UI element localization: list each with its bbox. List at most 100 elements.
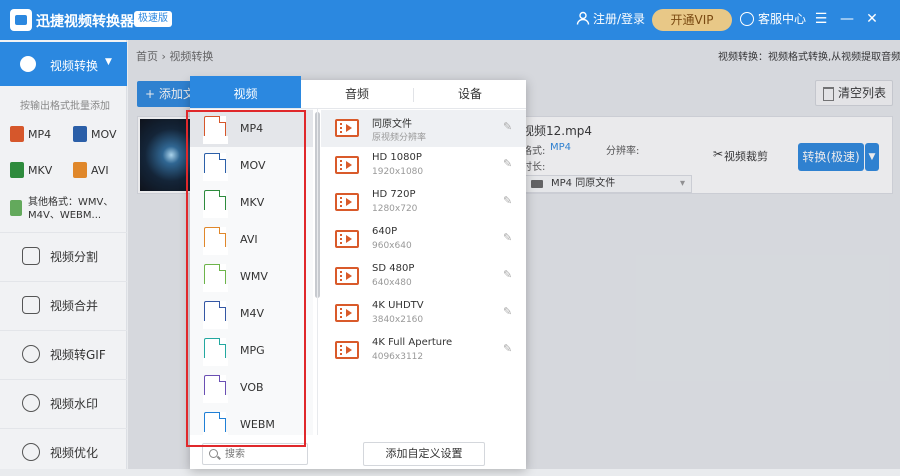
service-center-link[interactable]: 客服中心 — [758, 10, 806, 27]
quality-resolution: 1920x1080 — [372, 167, 424, 177]
m4v-file-icon: M4V — [203, 301, 228, 329]
play-icon — [22, 296, 40, 314]
quality-resolution: 4096x3112 — [372, 352, 424, 362]
sidebar-item-label: 视频转换 — [50, 59, 99, 73]
sidebar-item-gif[interactable]: 视频转GIF — [0, 330, 127, 378]
format-label: MOV — [240, 159, 266, 172]
column-divider — [317, 109, 318, 435]
quality-resolution: 1280x720 — [372, 204, 418, 214]
vip-button[interactable]: 开通VIP — [652, 9, 732, 31]
quality-name: 4K Full Aperture — [372, 337, 453, 348]
format-item-avi[interactable]: AVI AVI — [190, 221, 313, 258]
edit-pencil-icon[interactable]: ✎ — [503, 157, 512, 170]
file-tag: MKV — [203, 210, 228, 218]
file-tag: WMV — [203, 284, 228, 292]
film-icon — [335, 156, 359, 174]
quality-resolution: 640x480 — [372, 278, 412, 288]
mkv-file-icon: MKV — [203, 190, 228, 218]
edit-pencil-icon[interactable]: ✎ — [503, 342, 512, 355]
sidebar-item-merge[interactable]: 视频合并 — [0, 281, 127, 329]
mp4-file-icon: MP4 — [203, 116, 228, 144]
sidebar-item-split[interactable]: 视频分割 — [0, 232, 127, 280]
quality-item[interactable]: 4K Full Aperture 4096x3112 ✎ — [321, 332, 526, 369]
tab-device[interactable]: 设备 — [414, 80, 526, 108]
format-label: VOB — [240, 381, 264, 394]
login-link[interactable]: 注册/登录 — [593, 10, 645, 27]
quality-item[interactable]: 640P 960x640 ✎ — [321, 221, 526, 258]
close-icon[interactable]: ✕ — [863, 10, 881, 28]
tab-audio[interactable]: 音频 — [301, 80, 413, 108]
split-icon — [22, 247, 40, 265]
webm-file-icon: WEBM — [203, 412, 228, 440]
chat-icon — [740, 12, 754, 26]
quality-name: SD 480P — [372, 263, 415, 274]
quality-name: 同原文件 — [372, 119, 412, 130]
format-item-mpg[interactable]: MPG MPG — [190, 332, 313, 369]
film-icon — [335, 341, 359, 359]
format-label: AVI — [240, 233, 258, 246]
edit-pencil-icon[interactable]: ✎ — [503, 268, 512, 281]
film-reel-icon — [22, 443, 40, 461]
quality-item[interactable]: HD 1080P 1920x1080 ✎ — [321, 147, 526, 184]
convert-icon — [20, 56, 36, 72]
quality-item[interactable]: 4K UHDTV 3840x2160 ✎ — [321, 295, 526, 332]
quality-name: HD 1080P — [372, 152, 422, 163]
format-list: MP4 MP4 MOV MOV MKV MKV AVI AVI WMV WMV … — [190, 109, 313, 440]
quality-item[interactable]: 同原文件 原视频分辨率 ✎ — [321, 110, 526, 147]
quality-item[interactable]: SD 480P 640x480 ✎ — [321, 258, 526, 295]
format-item-mov[interactable]: MOV MOV — [190, 147, 313, 184]
film-icon — [335, 230, 359, 248]
file-tag: MPG — [203, 358, 228, 366]
app-title: 迅捷视频转换器 — [36, 14, 134, 30]
file-icon — [10, 200, 22, 216]
format-label: MP4 — [240, 122, 264, 135]
quality-name: 640P — [372, 226, 398, 237]
format-item-vob[interactable]: VOB VOB — [190, 369, 313, 406]
quality-list: 同原文件 原视频分辨率 ✎ HD 1080P 1920x1080 ✎ HD 72… — [321, 109, 526, 435]
quick-format-label: MP4 — [28, 128, 52, 141]
tab-video[interactable]: 视频 — [190, 76, 301, 108]
avi-file-icon — [73, 162, 87, 178]
quality-name: 4K UHDTV — [372, 300, 424, 311]
sidebar-item-video-convert[interactable]: 视频转换 ▼ — [0, 42, 127, 86]
vip-label: 开通VIP — [670, 13, 714, 27]
add-custom-settings-button[interactable]: 添加自定义设置 — [363, 442, 485, 466]
edit-pencil-icon[interactable]: ✎ — [503, 231, 512, 244]
edit-pencil-icon[interactable]: ✎ — [503, 305, 512, 318]
mov-file-icon: MOV — [203, 153, 228, 181]
user-icon — [576, 11, 590, 25]
search-input[interactable] — [225, 447, 305, 461]
quality-item[interactable]: HD 720P 1280x720 ✎ — [321, 184, 526, 221]
format-search-box[interactable] — [202, 443, 308, 465]
file-tag: MOV — [203, 173, 228, 181]
format-item-m4v[interactable]: M4V M4V — [190, 295, 313, 332]
other-formats-label: 其他格式：WMV、M4V、WEBM... — [28, 197, 114, 221]
mp4-file-icon — [10, 126, 24, 142]
format-item-webm[interactable]: WEBM WEBM — [190, 406, 313, 443]
edit-pencil-icon[interactable]: ✎ — [503, 120, 512, 133]
format-item-mp4[interactable]: MP4 MP4 — [190, 110, 313, 147]
format-item-mkv[interactable]: MKV MKV — [190, 184, 313, 221]
menu-icon[interactable]: ☰ — [812, 10, 830, 28]
film-icon — [335, 119, 359, 137]
sidebar-item-label: 视频优化 — [50, 446, 99, 460]
quality-resolution: 960x640 — [372, 241, 412, 251]
quick-format-label: AVI — [91, 164, 109, 177]
file-tag: MP4 — [203, 136, 228, 144]
minimize-icon[interactable]: — — [838, 10, 856, 28]
edit-pencil-icon[interactable]: ✎ — [503, 194, 512, 207]
sidebar-item-label: 视频转GIF — [50, 348, 106, 362]
format-item-wmv[interactable]: WMV WMV — [190, 258, 313, 295]
film-icon — [335, 304, 359, 322]
watermark-icon — [22, 394, 40, 412]
gif-icon — [22, 345, 40, 363]
sidebar-item-watermark[interactable]: 视频水印 — [0, 379, 127, 427]
sidebar: 视频转换 ▼ 按输出格式批量添加 MP4 MOV MKV AVI 其他格式：WM… — [0, 40, 127, 469]
sidebar-item-label: 视频合并 — [50, 299, 99, 313]
sidebar-item-label: 视频水印 — [50, 397, 99, 411]
format-label: WMV — [240, 270, 268, 283]
format-label: M4V — [240, 307, 265, 320]
file-tag: VOB — [203, 395, 228, 403]
quick-format-label: MOV — [91, 128, 117, 141]
app-logo-icon — [10, 9, 32, 31]
